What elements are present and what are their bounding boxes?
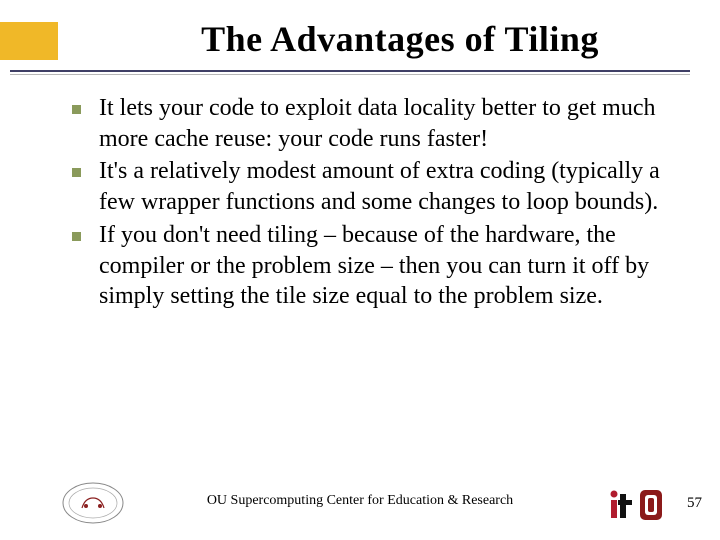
bullet-list: It lets your code to exploit data locali… bbox=[72, 93, 670, 312]
footer: OU Supercomputing Center for Education &… bbox=[0, 476, 720, 526]
divider-dark bbox=[10, 70, 690, 72]
ou-it-logo bbox=[606, 484, 666, 524]
page-number: 57 bbox=[687, 495, 702, 512]
list-item: If you don't need tiling – because of th… bbox=[72, 220, 670, 312]
corner-accent bbox=[0, 22, 58, 60]
bullet-text: It's a relatively modest amount of extra… bbox=[99, 156, 670, 217]
bullet-square-icon bbox=[72, 232, 81, 241]
slide-title: The Advantages of Tiling bbox=[120, 18, 680, 60]
bullet-square-icon bbox=[72, 105, 81, 114]
bullet-text: If you don't need tiling – because of th… bbox=[99, 220, 670, 312]
bullet-text: It lets your code to exploit data locali… bbox=[99, 93, 670, 154]
list-item: It's a relatively modest amount of extra… bbox=[72, 156, 670, 217]
bullet-square-icon bbox=[72, 168, 81, 177]
title-area: The Advantages of Tiling bbox=[0, 0, 720, 60]
list-item: It lets your code to exploit data locali… bbox=[72, 93, 670, 154]
content-area: It lets your code to exploit data locali… bbox=[0, 75, 720, 312]
